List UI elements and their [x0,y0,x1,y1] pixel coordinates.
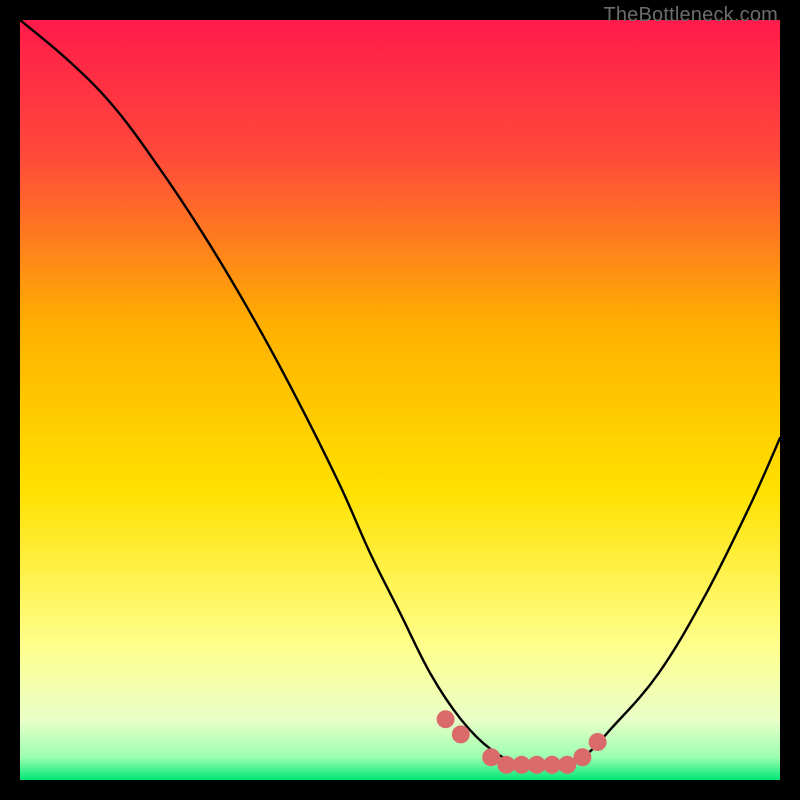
bottleneck-chart [20,20,780,780]
sweet-spot-marker [437,710,455,728]
sweet-spot-marker [452,725,470,743]
sweet-spot-marker [573,748,591,766]
watermark-text: TheBottleneck.com [603,4,778,27]
chart-container: TheBottleneck.com [0,0,800,800]
sweet-spot-marker [589,733,607,751]
